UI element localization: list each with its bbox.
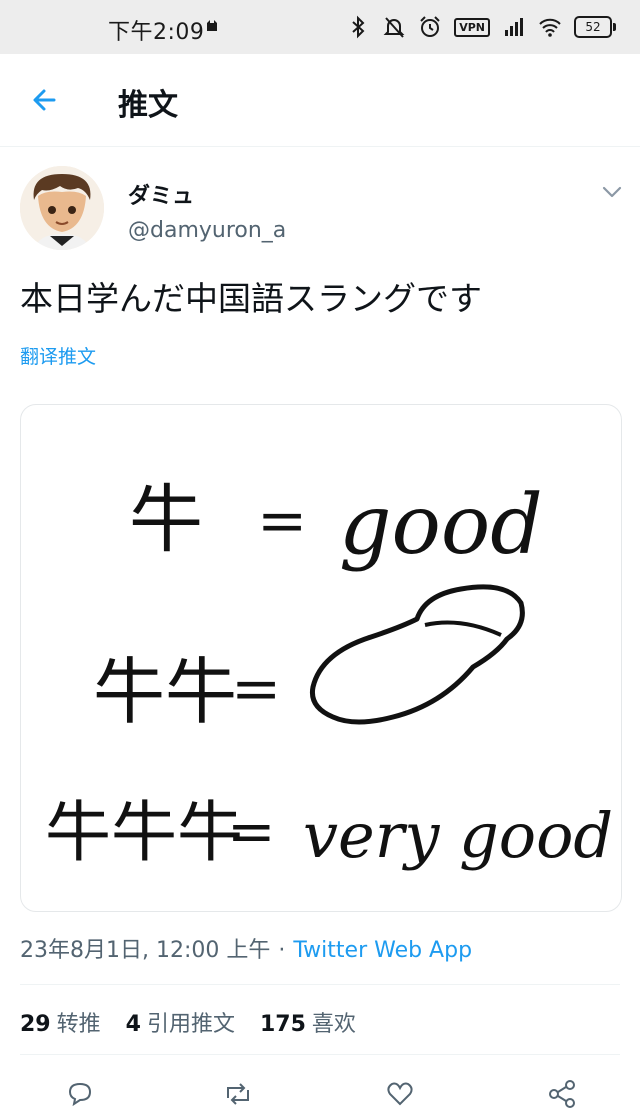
tweet-stats: 29 转推 4 引用推文 175 喜欢 [20,1006,374,1038]
page-title: 推文 [118,88,178,123]
tweet-actions [0,1072,640,1108]
alarm-icon [420,16,440,37]
battery-icon: 52 [574,16,616,38]
user-handle[interactable]: @damyuron_a [128,218,286,243]
retweets-stat[interactable]: 29 转推 [20,1012,101,1037]
translate-tweet-link[interactable]: 翻译推文 [20,342,96,369]
back-arrow-icon[interactable] [26,80,66,120]
divider [20,984,620,985]
media-line1-right: good [339,478,543,573]
media-line2-left: 牛牛 [93,650,237,734]
top-app-bar: 推文 [0,54,640,147]
divider [20,1054,620,1055]
status-icons: VPN 52 [346,13,616,41]
media-line3-left: 牛牛牛 [45,794,243,871]
tweet-source-link[interactable]: Twitter Web App [293,938,472,963]
likes-label: 喜欢 [311,1012,356,1037]
retweets-label: 转推 [56,1012,101,1037]
meta-separator: · [278,938,286,963]
like-icon[interactable] [384,1078,416,1110]
quotes-stat[interactable]: 4 引用推文 [126,1012,235,1037]
media-line3-eq: = [227,797,276,865]
tweet-meta: 23年8月1日, 12:00 上午 · Twitter Web App [20,932,472,964]
mute-icon [383,17,405,38]
status-time: 下午2:09 [108,20,205,45]
media-line1-left: 牛 [129,477,203,563]
handwritten-slang-image: 牛 = good 牛牛 = 牛牛牛 = very good [45,477,613,872]
media-line3-right: very good [303,799,613,872]
tweet-text: 本日学んだ中国語スラングです [20,279,482,318]
display-name[interactable]: ダミュ [128,178,194,210]
notification-icon [207,20,217,31]
vpn-badge: VPN [454,17,490,37]
retweets-count: 29 [20,1012,51,1037]
avatar[interactable] [20,166,104,250]
share-icon[interactable] [546,1078,578,1110]
wifi-icon [539,18,561,37]
chevron-down-icon[interactable] [598,178,626,206]
signal-icon [505,18,523,36]
media-line2-eq: = [231,654,281,724]
reply-icon[interactable] [64,1078,96,1110]
tweet-media-image[interactable]: 牛 = good 牛牛 = 牛牛牛 = very good [20,404,622,912]
tweet-timestamp: 23年8月1日, 12:00 上午 [20,938,271,963]
quotes-count: 4 [125,1012,141,1037]
avatar-illustration [20,166,104,250]
quotes-label: 引用推文 [146,1012,235,1037]
likes-count: 175 [259,1012,306,1037]
media-line1-eq: = [257,486,307,556]
media-drawing-blob [309,584,525,725]
bluetooth-icon [352,15,365,39]
likes-stat[interactable]: 175 喜欢 [260,1012,356,1037]
status-bar: 下午2:09 VPN 52 [0,0,640,54]
retweet-icon[interactable] [222,1078,254,1110]
